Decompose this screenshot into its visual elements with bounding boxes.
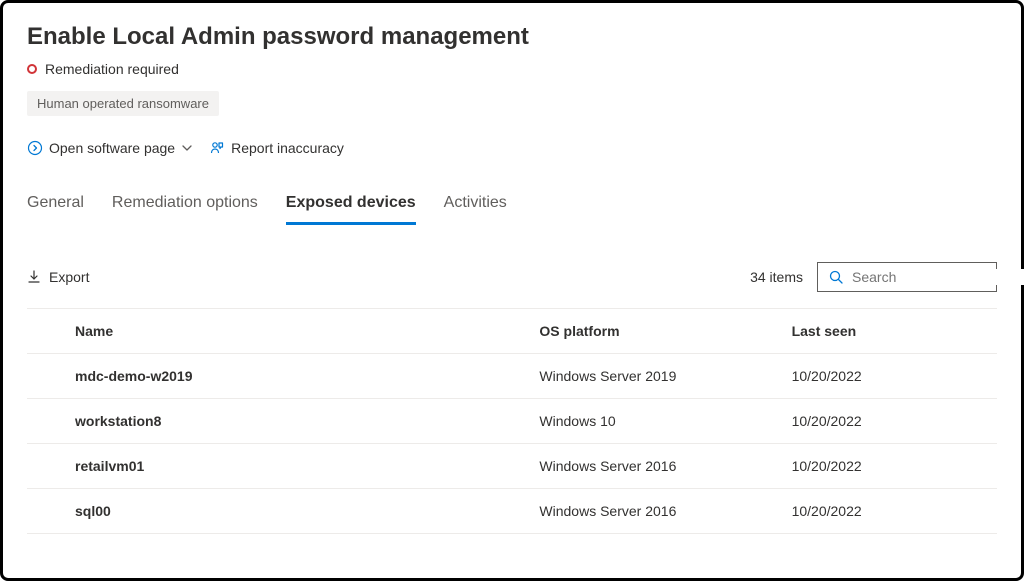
tab-general[interactable]: General bbox=[27, 188, 84, 225]
download-icon bbox=[27, 270, 41, 284]
search-icon bbox=[828, 269, 844, 285]
report-inaccuracy-label: Report inaccuracy bbox=[231, 140, 344, 156]
col-header-last-seen[interactable]: Last seen bbox=[784, 309, 997, 354]
category-tag: Human operated ransomware bbox=[27, 91, 219, 116]
feedback-person-icon bbox=[209, 140, 225, 156]
table-toolbar: Export 34 items bbox=[27, 262, 997, 292]
search-input[interactable] bbox=[852, 269, 1024, 285]
table-row[interactable]: retailvm01 Windows Server 2016 10/20/202… bbox=[27, 444, 997, 489]
table-header-row: Name OS platform Last seen bbox=[27, 309, 997, 354]
cell-name: mdc-demo-w2019 bbox=[27, 354, 531, 399]
cell-os: Windows Server 2016 bbox=[531, 444, 783, 489]
col-header-os[interactable]: OS platform bbox=[531, 309, 783, 354]
report-inaccuracy-button[interactable]: Report inaccuracy bbox=[209, 140, 344, 156]
table-row[interactable]: sql00 Windows Server 2016 10/20/2022 bbox=[27, 489, 997, 534]
search-box[interactable] bbox=[817, 262, 997, 292]
cell-last-seen: 10/20/2022 bbox=[784, 399, 997, 444]
cell-name: workstation8 bbox=[27, 399, 531, 444]
chevron-circle-right-icon bbox=[27, 140, 43, 156]
warning-circle-icon bbox=[27, 64, 37, 74]
cell-os: Windows 10 bbox=[531, 399, 783, 444]
devices-table: Name OS platform Last seen mdc-demo-w201… bbox=[27, 308, 997, 534]
export-label: Export bbox=[49, 269, 89, 285]
open-software-page-button[interactable]: Open software page bbox=[27, 140, 193, 156]
cell-name: retailvm01 bbox=[27, 444, 531, 489]
open-software-label: Open software page bbox=[49, 140, 175, 156]
cell-last-seen: 10/20/2022 bbox=[784, 354, 997, 399]
cell-last-seen: 10/20/2022 bbox=[784, 489, 997, 534]
page-title: Enable Local Admin password management bbox=[27, 23, 997, 51]
status-text: Remediation required bbox=[45, 61, 179, 77]
tab-remediation-options[interactable]: Remediation options bbox=[112, 188, 258, 225]
export-button[interactable]: Export bbox=[27, 269, 89, 285]
actions-row: Open software page Report inaccuracy bbox=[27, 140, 997, 156]
chevron-down-icon bbox=[181, 142, 193, 154]
items-count: 34 items bbox=[750, 269, 803, 285]
tab-activities[interactable]: Activities bbox=[444, 188, 507, 225]
cell-os: Windows Server 2016 bbox=[531, 489, 783, 534]
tab-exposed-devices[interactable]: Exposed devices bbox=[286, 188, 416, 225]
table-row[interactable]: mdc-demo-w2019 Windows Server 2019 10/20… bbox=[27, 354, 997, 399]
cell-name: sql00 bbox=[27, 489, 531, 534]
table-row[interactable]: workstation8 Windows 10 10/20/2022 bbox=[27, 399, 997, 444]
tabs: General Remediation options Exposed devi… bbox=[27, 188, 997, 226]
cell-last-seen: 10/20/2022 bbox=[784, 444, 997, 489]
col-header-name[interactable]: Name bbox=[27, 309, 531, 354]
status-row: Remediation required bbox=[27, 61, 997, 77]
cell-os: Windows Server 2019 bbox=[531, 354, 783, 399]
